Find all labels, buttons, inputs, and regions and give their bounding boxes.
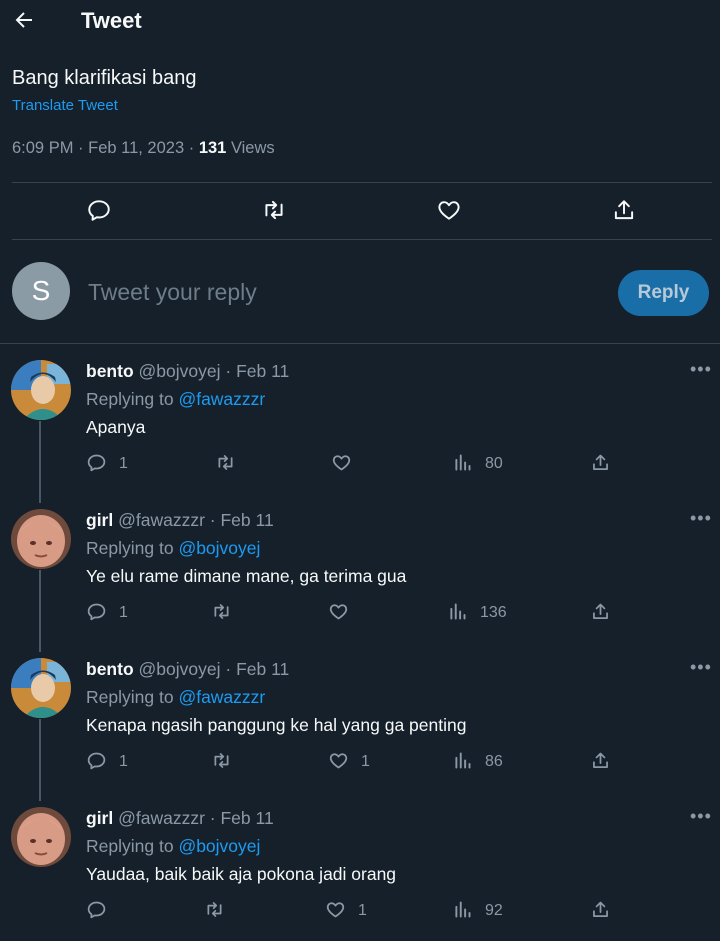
more-options-icon[interactable]: ••• [690, 806, 712, 827]
reply-tweet[interactable]: bento @bojvoyej · Feb 11 ••• Replying to… [0, 643, 720, 792]
reply-icon [87, 752, 106, 770]
replying-to-handle[interactable]: @fawazzzr [178, 687, 265, 707]
avatar[interactable] [11, 509, 71, 569]
tweet-meta: 6:09 PM · Feb 11, 2023 · 131 Views [12, 139, 275, 158]
reply-author-handle[interactable]: @fawazzzr [118, 808, 205, 828]
page-title: Tweet [81, 8, 142, 33]
like-icon[interactable] [436, 197, 462, 223]
reply-icon [87, 454, 106, 472]
share-icon [593, 752, 608, 768]
like-count: 1 [361, 753, 370, 770]
like-count: 1 [358, 902, 367, 919]
reply-icon [87, 603, 106, 621]
reply-date[interactable]: · Feb 11 [225, 361, 289, 381]
reply-input[interactable] [86, 273, 590, 311]
share-icon [593, 901, 608, 917]
reply-icon[interactable] [86, 197, 112, 223]
tweet-text: Bang klarifikasi bang [12, 67, 197, 89]
share-icon[interactable] [611, 197, 637, 223]
retweet-icon [218, 455, 233, 470]
reply-count: 1 [119, 604, 128, 621]
reply-count: 1 [119, 753, 128, 770]
like-icon [326, 902, 345, 918]
retweet-icon [214, 604, 229, 619]
reply-author-name[interactable]: girl [86, 510, 113, 530]
analytics-icon [450, 603, 466, 620]
reply-text: Yaudaa, baik baik aja pokona jadi orang [86, 864, 397, 884]
analytics-icon [455, 901, 471, 918]
back-arrow-icon[interactable] [12, 8, 36, 32]
divider [12, 182, 712, 183]
divider [0, 343, 720, 344]
views-count: 92 [485, 902, 503, 919]
reply-count: 1 [119, 455, 128, 472]
views-count: 80 [485, 455, 503, 472]
user-avatar[interactable]: S [12, 262, 70, 320]
replying-to-handle[interactable]: @bojvoyej [178, 836, 260, 856]
tweet-action-bar [0, 184, 720, 238]
like-icon [329, 753, 348, 769]
reply-author-handle[interactable]: @bojvoyej [139, 659, 221, 679]
reply-date[interactable]: · Feb 11 [210, 510, 274, 530]
reply-text: Ye elu rame dimane mane, ga terima gua [86, 566, 407, 586]
reply-author-name[interactable]: bento [86, 659, 134, 679]
translate-tweet-link[interactable]: Translate Tweet [12, 97, 118, 114]
reply-icon [87, 901, 106, 919]
replying-to-label: Replying to [86, 836, 174, 856]
views-label: Views [230, 139, 275, 157]
views-count: 136 [480, 604, 507, 621]
more-options-icon[interactable]: ••• [690, 359, 712, 380]
like-icon [332, 455, 351, 471]
tweet-timestamp[interactable]: 6:09 PM · Feb 11, 2023 · [12, 139, 194, 157]
like-icon [329, 604, 348, 620]
reply-date[interactable]: · Feb 11 [210, 808, 274, 828]
reply-author-name[interactable]: bento [86, 361, 134, 381]
reply-author-handle[interactable]: @fawazzzr [118, 510, 205, 530]
more-options-icon[interactable]: ••• [690, 508, 712, 529]
replying-to-label: Replying to [86, 389, 174, 409]
replying-to-handle[interactable]: @fawazzzr [178, 389, 265, 409]
analytics-icon [455, 454, 471, 471]
views-count: 86 [485, 753, 503, 770]
views-count: 131 [198, 139, 227, 157]
avatar[interactable] [11, 360, 71, 420]
reply-tweet[interactable]: girl @fawazzzr · Feb 11 ••• Replying to … [0, 792, 720, 941]
avatar[interactable] [11, 658, 71, 718]
replying-to-handle[interactable]: @bojvoyej [178, 538, 260, 558]
reply-tweet[interactable]: bento @bojvoyej · Feb 11 ••• Replying to… [0, 345, 720, 494]
divider [12, 239, 712, 240]
compose-reply: S Reply [0, 243, 720, 343]
reply-author-name[interactable]: girl [86, 808, 113, 828]
avatar[interactable] [11, 807, 71, 867]
reply-date[interactable]: · Feb 11 [225, 659, 289, 679]
share-icon [593, 603, 608, 619]
more-options-icon[interactable]: ••• [690, 657, 712, 678]
analytics-icon [455, 752, 471, 769]
share-icon [593, 454, 608, 470]
top-bar: Tweet [0, 0, 720, 44]
reply-text: Apanya [86, 417, 146, 437]
replying-to-label: Replying to [86, 687, 174, 707]
reply-text: Kenapa ngasih panggung ke hal yang ga pe… [86, 715, 467, 735]
reply-tweet[interactable]: girl @fawazzzr · Feb 11 ••• Replying to … [0, 494, 720, 643]
retweet-icon[interactable] [261, 197, 287, 223]
replying-to-label: Replying to [86, 538, 174, 558]
retweet-icon [207, 902, 222, 917]
retweet-icon [214, 753, 229, 768]
reply-author-handle[interactable]: @bojvoyej [139, 361, 221, 381]
reply-button[interactable]: Reply [618, 270, 709, 316]
